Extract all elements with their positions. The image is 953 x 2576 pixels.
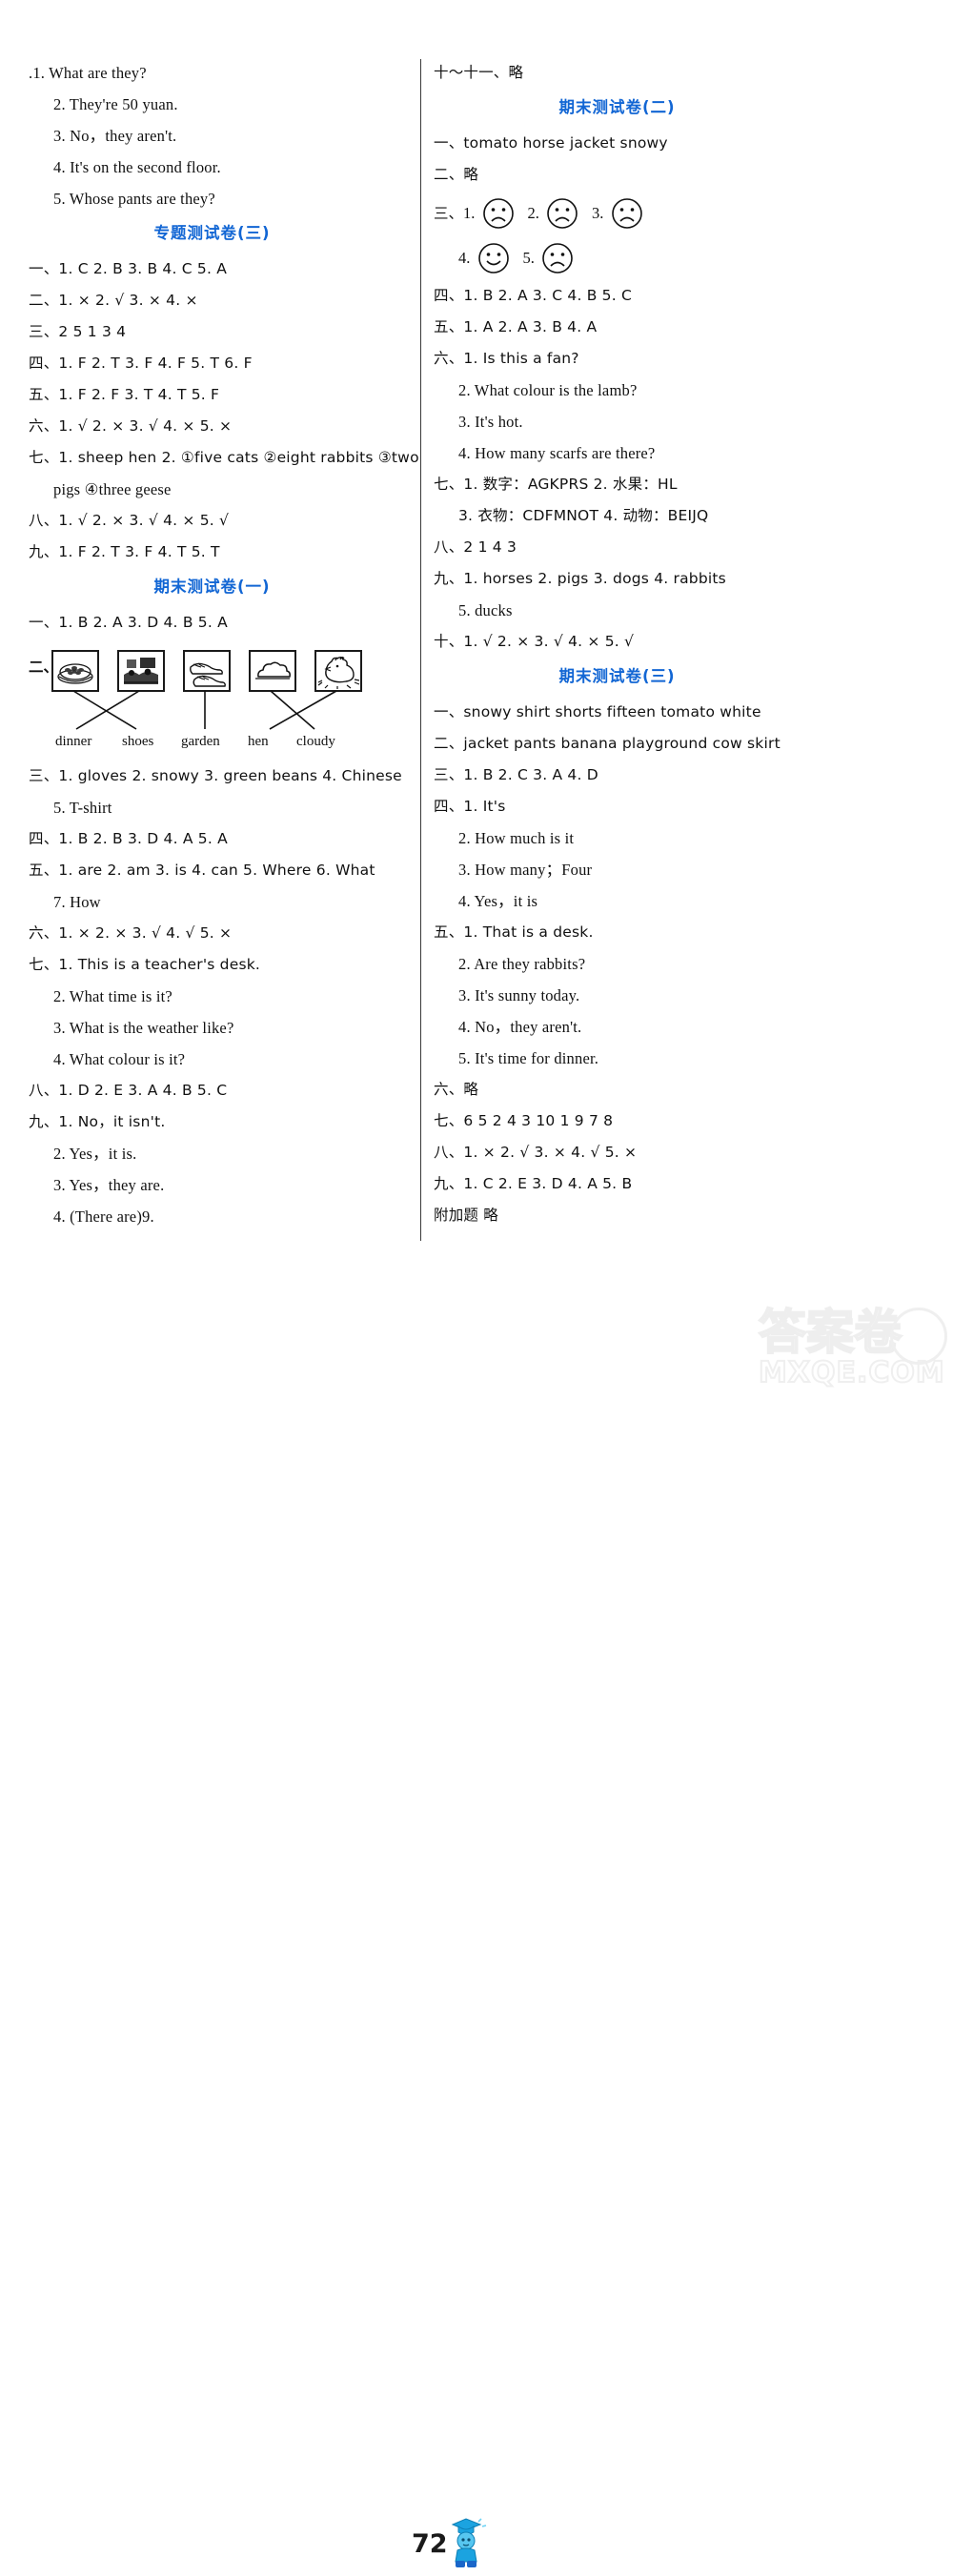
- answer-line: 七、6 5 2 4 3 10 1 9 7 8: [434, 1112, 614, 1130]
- answer-line: 3. Yes，they are.: [53, 1176, 165, 1194]
- face-answer-row: 4. 5.: [434, 235, 801, 280]
- answer-line: 4. What colour is it?: [53, 1050, 186, 1068]
- matching-label: hen: [248, 734, 269, 749]
- answer-line: 一、tomato horse jacket snowy: [434, 134, 668, 152]
- pair-of-shoes-icon: [183, 650, 231, 692]
- watermark: 答案卷 MXQE.COM: [758, 1307, 949, 1395]
- hen-icon: [314, 650, 362, 692]
- sad-face-icon: [611, 197, 643, 230]
- answer-line: 3. 衣物：CDFMNOT 4. 动物：BEIJQ: [458, 507, 709, 525]
- answer-line: 一、1. B 2. A 3. D 4. B 5. A: [29, 614, 228, 631]
- answer-line: 二、1. × 2. √ 3. × 4. ×: [29, 292, 198, 309]
- face-item-number: 5.: [522, 249, 535, 268]
- answer-line: 4. How many scarfs are there?: [458, 444, 656, 463]
- graduate-mascot-icon: [443, 2512, 489, 2571]
- answer-line: 一、snowy shirt shorts fifteen tomato whit…: [434, 703, 761, 721]
- sad-face-icon: [482, 197, 515, 230]
- section-title-qimo-1: 期末测试卷(一): [153, 578, 271, 596]
- answer-line: 十、1. √ 2. × 3. √ 4. × 5. √: [434, 633, 635, 651]
- section-title-qimo-2: 期末测试卷(二): [558, 98, 676, 116]
- face-answer-row: 三、1. 2. 3.: [434, 191, 801, 235]
- face-item-number: 1.: [463, 204, 476, 223]
- answer-line: 5. It's time for dinner.: [458, 1049, 599, 1068]
- answer-line: 九、1. horses 2. pigs 3. dogs 4. rabbits: [434, 570, 726, 588]
- matching-label: cloudy: [296, 734, 335, 749]
- answer-line: 六、1. √ 2. × 3. √ 4. × 5. ×: [29, 417, 233, 435]
- answer-line: 3. No，they aren't.: [53, 127, 177, 145]
- answer-line: 七、1. 数字：AGKPRS 2. 水果：HL: [434, 476, 678, 494]
- happy-face-icon: [477, 242, 510, 274]
- answer-line: 八、1. × 2. √ 3. × 4. √ 5. ×: [434, 1144, 638, 1162]
- section-title-zhuanti-3: 专题测试卷(三): [153, 224, 271, 242]
- answer-line: 3. It's sunny today.: [458, 986, 580, 1005]
- answer-line: 九、1. No，it isn't.: [29, 1113, 166, 1130]
- answer-line: 六、1. Is this a fan?: [434, 350, 579, 368]
- right-column: 十～十一、略 期末测试卷(二) 一、tomato horse jacket sn…: [434, 57, 801, 1231]
- answer-key-page: .1. What are they? 2. They're 50 yuan. 3…: [0, 0, 953, 2567]
- answer-line: 4. (There are)9.: [53, 1207, 154, 1226]
- sad-face-icon: [546, 197, 578, 230]
- answer-line: 7. How: [53, 893, 101, 911]
- watermark-circle: [890, 1308, 947, 1365]
- cloud-icon: [249, 650, 296, 692]
- answer-line: 十～十一、略: [434, 64, 524, 81]
- answer-line: 四、1. F 2. T 3. F 4. F 5. T 6. F: [29, 355, 253, 372]
- page-number: 72: [412, 2529, 448, 2559]
- matching-label: garden: [181, 734, 220, 749]
- answer-line: 2. They're 50 yuan.: [53, 95, 178, 113]
- matching-exercise: 二、 dinner shoes garden hen cloudy: [29, 640, 395, 757]
- answer-line: 附加题 略: [434, 1207, 498, 1225]
- answer-line: 2. What time is it?: [53, 987, 172, 1005]
- answer-line: 三、1. B 2. C 3. A 4. D: [434, 766, 598, 784]
- answer-line: 五、1. A 2. A 3. B 4. A: [434, 318, 598, 336]
- answer-line: 八、2 1 4 3: [434, 538, 517, 557]
- answer-line: 3. It's hot.: [458, 413, 523, 432]
- matching-label: shoes: [122, 734, 154, 749]
- face-row-head: 三、: [434, 205, 464, 223]
- answer-line: 八、1. D 2. E 3. A 4. B 5. C: [29, 1082, 228, 1099]
- answer-line: 四、1. B 2. A 3. C 4. B 5. C: [434, 287, 633, 305]
- answer-line: 4. It's on the second floor.: [53, 158, 221, 176]
- answer-line: 六、略: [434, 1081, 479, 1099]
- answer-line: 八、1. √ 2. × 3. √ 4. × 5. √: [29, 512, 230, 529]
- face-item-number: 2.: [527, 204, 539, 223]
- sad-face-icon: [541, 242, 574, 274]
- answer-line: 四、1. It's: [434, 798, 506, 816]
- section-title-qimo-3: 期末测试卷(三): [558, 667, 676, 686]
- answer-line: 五、1. F 2. F 3. T 4. T 5. F: [29, 386, 220, 403]
- matching-label: dinner: [55, 734, 92, 749]
- answer-line: 三、1. gloves 2. snowy 3. green beans 4. C…: [29, 767, 402, 784]
- answer-line: 五、1. are 2. am 3. is 4. can 5. Where 6. …: [29, 862, 375, 879]
- answer-line: 3. What is the weather like?: [53, 1019, 234, 1037]
- answer-line: .1. What are they?: [29, 64, 147, 82]
- answer-line: 三、2 5 1 3 4: [29, 323, 127, 340]
- answer-line: 2. How much is it: [458, 829, 575, 848]
- answer-line: 2. What colour is the lamb?: [458, 381, 638, 400]
- answer-line: 六、1. × 2. × 3. √ 4. √ 5. ×: [29, 924, 233, 942]
- face-item-number: 4.: [458, 249, 471, 268]
- answer-line: 5. T-shirt: [53, 799, 112, 817]
- answer-line: 五、1. That is a desk.: [434, 923, 594, 942]
- answer-line: 5. ducks: [458, 601, 513, 620]
- answer-line: 3. How many；Four: [458, 861, 593, 880]
- answer-line: 九、1. C 2. E 3. D 4. A 5. B: [434, 1175, 633, 1193]
- answer-line: 2. Are they rabbits?: [458, 955, 586, 974]
- answer-line: 5. Whose pants are they?: [53, 190, 215, 208]
- answer-line: 4. No，they aren't.: [458, 1018, 582, 1037]
- answer-line: 4. Yes，it is: [458, 892, 538, 911]
- answer-line: 七、1. sheep hen 2. ①five cats ②eight rabb…: [29, 449, 419, 466]
- left-column: .1. What are they? 2. They're 50 yuan. 3…: [29, 57, 419, 1232]
- face-item-number: 3.: [592, 204, 604, 223]
- answer-line: 2. Yes，it is.: [53, 1145, 137, 1163]
- answer-line: 四、1. B 2. B 3. D 4. A 5. A: [29, 830, 228, 847]
- answer-line: 九、1. F 2. T 3. F 4. T 5. T: [29, 543, 220, 560]
- plate-of-green-beans-icon: [51, 650, 99, 692]
- answer-line: 一、1. C 2. B 3. B 4. C 5. A: [29, 260, 228, 277]
- answer-line: pigs ④three geese: [53, 480, 172, 498]
- answer-line: 二、jacket pants banana playground cow ski…: [434, 735, 781, 753]
- garden-scene-icon: [117, 650, 165, 692]
- column-divider: [420, 59, 421, 1241]
- answer-line: 二、略: [434, 166, 479, 183]
- answer-line: 七、1. This is a teacher's desk.: [29, 956, 261, 973]
